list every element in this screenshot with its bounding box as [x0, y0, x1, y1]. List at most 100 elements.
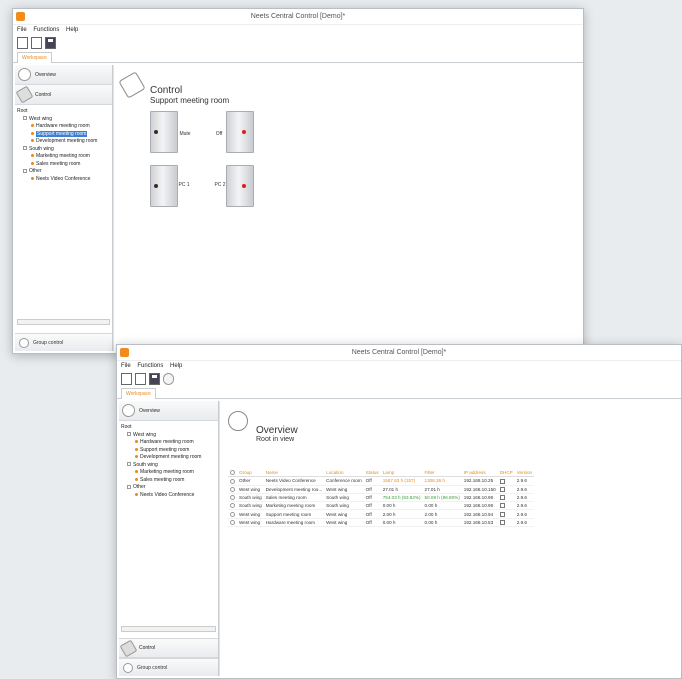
tree-group[interactable]: South wing — [17, 146, 110, 154]
dhcp-checkbox[interactable] — [499, 511, 505, 517]
table-row[interactable]: South wing Sales meeting room South wing Of… — [228, 493, 535, 503]
menu-bar: File Functions Help — [13, 25, 583, 35]
menu-help[interactable]: Help — [66, 27, 78, 33]
tree-item[interactable]: Development meeting room — [121, 454, 216, 462]
column-header[interactable]: Filter — [422, 469, 462, 478]
tree-item[interactable]: Marketing meeting room — [121, 469, 216, 477]
tree-item[interactable]: Support meeting room — [121, 447, 216, 455]
tree-item-selected[interactable]: Support meeting room — [36, 130, 88, 137]
cell-location: West wing — [324, 509, 364, 519]
column-header[interactable]: Lamp — [380, 469, 423, 478]
table-row[interactable]: West wing Development meeting roo... West … — [228, 485, 535, 494]
toolbar — [117, 371, 681, 387]
cell-filter: 27.01 h — [422, 485, 462, 494]
tree-root[interactable]: Root — [17, 108, 110, 116]
status-indicator-on — [242, 130, 246, 134]
remote-control-icon — [15, 85, 34, 104]
cell-name: Development meeting roo... — [263, 485, 325, 494]
table-row[interactable]: South wing Marketing meeting room South wi… — [228, 501, 535, 511]
tree-item[interactable]: Sales meeting room — [17, 161, 110, 169]
tree-group[interactable]: Other — [17, 168, 110, 176]
save-icon[interactable] — [45, 37, 56, 49]
table-row[interactable]: West wing Support meeting room West wing Of… — [228, 509, 535, 519]
expand-icon[interactable] — [23, 116, 27, 121]
network-icon[interactable] — [163, 373, 174, 385]
globe-icon — [228, 411, 248, 431]
pc1-button[interactable] — [150, 165, 178, 207]
tree-item[interactable]: Sales meeting room — [121, 477, 216, 485]
mute-button[interactable] — [150, 111, 178, 153]
expand-icon[interactable] — [127, 462, 131, 467]
tree-item[interactable]: Hardware meeting room — [121, 439, 216, 447]
column-header[interactable]: Location — [324, 469, 364, 478]
cell-dhcp — [497, 509, 515, 519]
nav-control-button[interactable]: Control — [119, 638, 218, 658]
expand-icon[interactable] — [23, 146, 27, 151]
room-icon — [135, 470, 138, 474]
column-header[interactable]: Group — [237, 469, 264, 478]
tree-item[interactable]: Neets Video Conference — [121, 492, 216, 500]
cell-status: Off — [363, 485, 381, 494]
save-icon[interactable] — [149, 373, 160, 385]
menu-file[interactable]: File — [121, 363, 131, 369]
tree-group[interactable]: South wing — [121, 462, 216, 470]
horizontal-scrollbar[interactable] — [17, 319, 110, 325]
group-control-button[interactable]: Group control — [119, 658, 218, 676]
menu-functions[interactable]: Functions — [137, 363, 163, 369]
room-icon — [135, 492, 138, 496]
menu-functions[interactable]: Functions — [33, 27, 59, 33]
menu-file[interactable]: File — [17, 27, 27, 33]
tree-item[interactable]: Development meeting room — [17, 138, 110, 146]
dhcp-checkbox[interactable] — [499, 495, 505, 501]
column-header[interactable]: Name — [263, 469, 325, 478]
menu-help[interactable]: Help — [170, 363, 182, 369]
nav-overview-button[interactable]: Overview — [119, 401, 218, 421]
group-control-icon — [19, 337, 29, 348]
expand-icon[interactable] — [23, 168, 27, 173]
cell-name: Support meeting room — [263, 509, 325, 519]
globe-icon — [18, 68, 31, 81]
dhcp-checkbox[interactable] — [499, 486, 505, 492]
tree-root[interactable]: Root — [121, 424, 216, 432]
off-button[interactable] — [226, 111, 254, 153]
column-header[interactable]: DHCP — [497, 469, 515, 478]
cell-location: West wing — [324, 518, 364, 527]
cell-status: Off — [363, 493, 381, 503]
column-header[interactable]: Version — [514, 469, 535, 478]
window-title: Neets Central Control [Demo]* — [250, 13, 346, 20]
tree-item[interactable]: Neets Video Conference — [17, 176, 110, 184]
tab-strip: Workspace — [13, 51, 583, 63]
row-icon — [228, 509, 237, 519]
table-row[interactable]: West wing Hardware meeting room West wing O… — [228, 518, 535, 527]
column-header[interactable]: IP address — [461, 469, 498, 478]
tab-workspace[interactable]: Workspace — [17, 52, 52, 63]
tree-group[interactable]: Other — [121, 484, 216, 492]
dhcp-checkbox[interactable] — [499, 519, 505, 525]
tree-item[interactable]: Marketing meeting room — [17, 153, 110, 161]
column-header[interactable]: Status — [363, 469, 381, 478]
open-file-icon[interactable] — [31, 37, 42, 49]
horizontal-scrollbar[interactable] — [121, 626, 216, 632]
dhcp-checkbox[interactable] — [499, 478, 505, 484]
tab-workspace[interactable]: Workspace — [121, 388, 156, 399]
cell-name: Hardware meeting room — [263, 518, 325, 527]
group-control-button[interactable]: Group control — [15, 333, 112, 351]
tree-group[interactable]: West wing — [121, 432, 216, 440]
open-file-icon[interactable] — [135, 373, 146, 385]
expand-icon[interactable] — [127, 484, 131, 489]
pc2-button[interactable] — [226, 165, 254, 207]
dhcp-checkbox[interactable] — [499, 503, 505, 509]
overview-window: Neets Central Control [Demo]* File Funct… — [116, 344, 682, 679]
tree-item[interactable]: Hardware meeting room — [17, 123, 110, 131]
new-file-icon[interactable] — [17, 37, 28, 49]
device-icon — [230, 519, 235, 525]
expand-icon[interactable] — [127, 432, 131, 437]
new-file-icon[interactable] — [121, 373, 132, 385]
nav-control-button[interactable]: Control — [15, 85, 112, 105]
tree-group[interactable]: West wing — [17, 116, 110, 124]
table-row[interactable]: Other Neets Video Conference Conference ro… — [228, 476, 535, 486]
window-title: Neets Central Control [Demo]* — [351, 349, 447, 356]
cell-status: Off — [363, 509, 381, 519]
tree-item[interactable]: Support meeting room — [17, 130, 110, 139]
nav-overview-button[interactable]: Overview — [15, 65, 112, 85]
